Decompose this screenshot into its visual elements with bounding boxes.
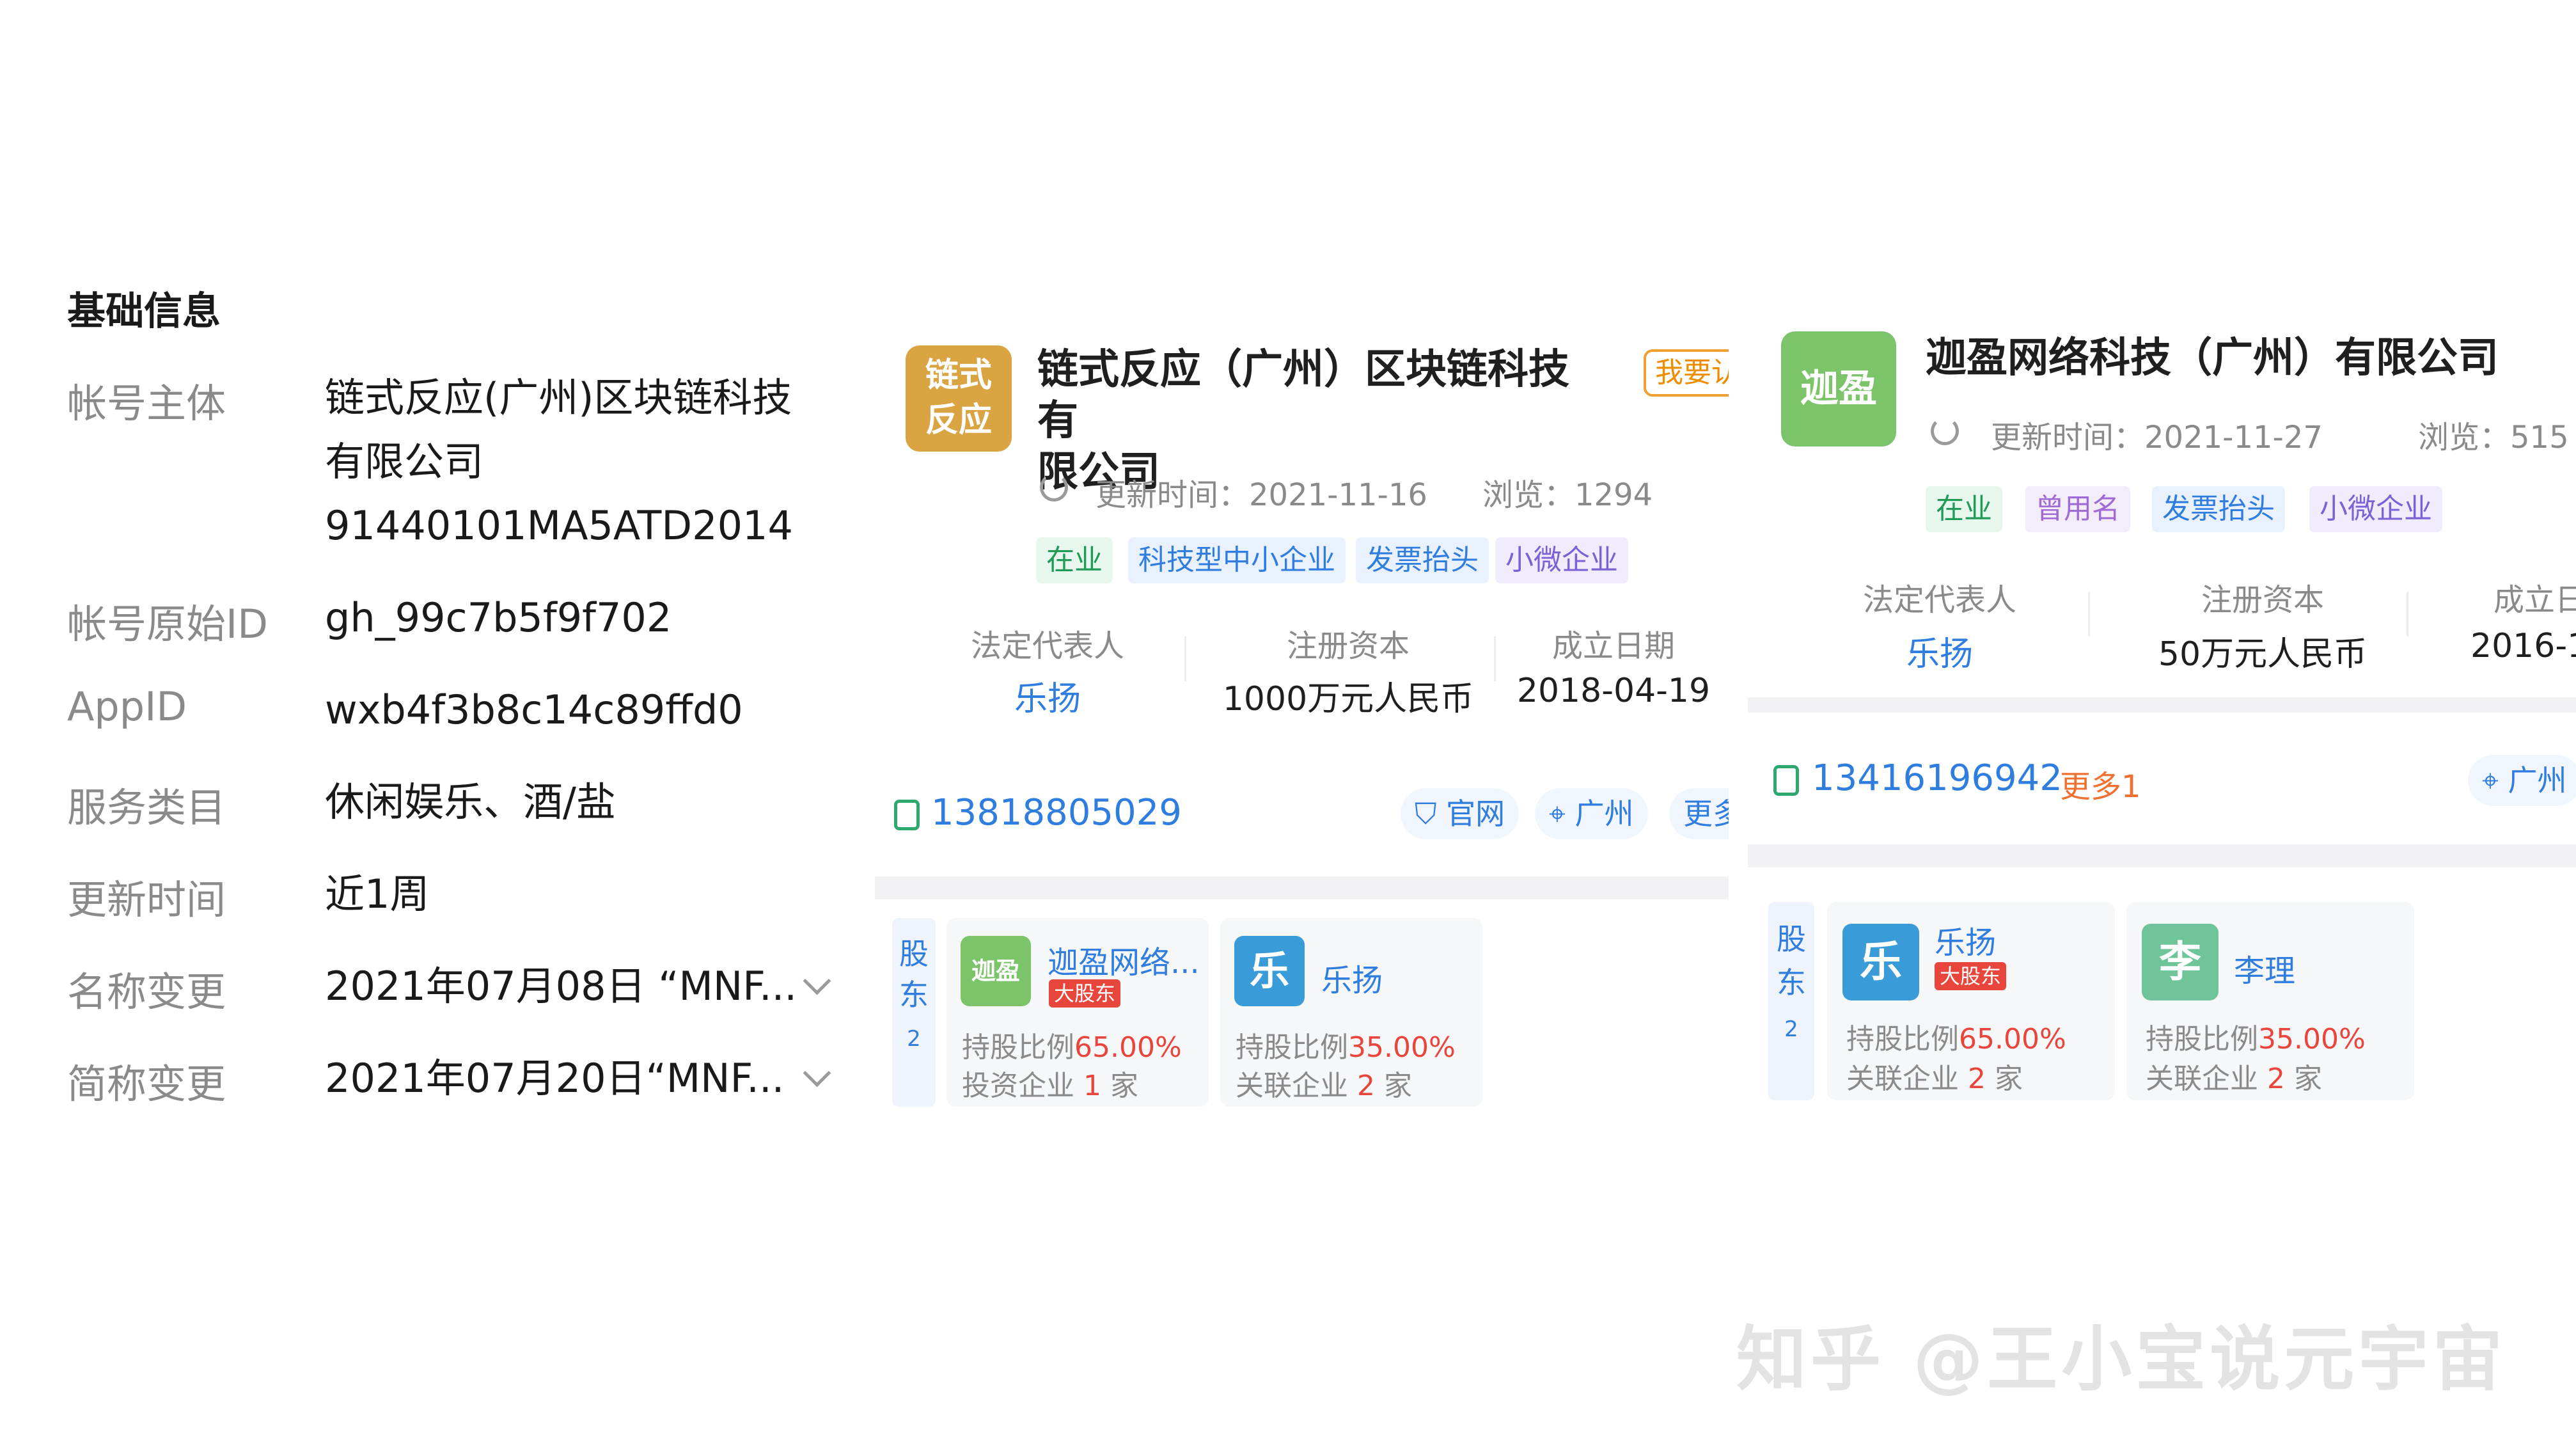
divider	[2407, 592, 2408, 637]
value-name-change[interactable]: 2021年07月08日 “MNF...	[325, 954, 797, 1018]
more-link[interactable]: 更多	[1669, 788, 1729, 839]
value-service-category: 休闲娱乐、酒/盐	[325, 779, 616, 825]
divider	[1184, 637, 1186, 681]
website-link[interactable]: ⛉ 官网	[1401, 788, 1520, 839]
shareholder-name[interactable]: 乐扬	[1935, 917, 1996, 962]
value-company-name-line1: 链式反应(广州)区块链科技	[325, 374, 792, 421]
update-time: 更新时间：2021-11-27	[1991, 420, 2323, 455]
tag-invoice: 发票抬头	[2152, 486, 2285, 532]
related-companies: 关联企业 2 家	[2146, 1063, 2322, 1095]
registered-capital: 50万元人民币	[2158, 635, 2368, 674]
legal-rep-link[interactable]: 乐扬	[1844, 627, 2036, 675]
label-account-subject: 帐号主体	[67, 380, 226, 427]
holding-ratio: 持股比例35.00%	[2146, 1023, 2366, 1056]
avatar: 乐	[1234, 936, 1305, 1006]
refresh-icon	[1931, 417, 1959, 445]
phone-icon	[1773, 765, 1799, 796]
value-original-id: gh_99c7b5f9f702	[325, 594, 672, 641]
related-companies: 关联企业 2 家	[1846, 1063, 2023, 1095]
shareholder-card[interactable]: 迦盈 迦盈网络... 大股东 持股比例65.00% 投资企业 1 家	[946, 918, 1209, 1107]
chevron-down-icon[interactable]	[803, 967, 831, 995]
tag-status: 在业	[1926, 486, 2002, 532]
view-count: 浏览：1294	[1482, 477, 1653, 513]
holding-ratio: 持股比例65.00%	[962, 1031, 1182, 1064]
label-registered-capital: 注册资本	[1286, 628, 1410, 664]
avatar: 乐	[1842, 924, 1919, 1000]
founded-date: 2018-04-19	[1516, 672, 1711, 710]
registered-capital: 1000万元人民币	[1222, 680, 1474, 718]
related-companies: 投资企业 1 家	[962, 1070, 1138, 1102]
founded-date: 2016-1	[2470, 627, 2576, 665]
tag-invoice: 发票抬头	[1356, 537, 1489, 583]
holding-ratio: 持股比例35.00%	[1236, 1031, 1456, 1064]
label-short-name-change: 简称变更	[67, 1061, 226, 1107]
section-divider	[1748, 697, 2576, 713]
watermark: 知乎 @王小宝说元宇宙	[1736, 1318, 2507, 1400]
value-update-time: 近1周	[325, 871, 430, 917]
claim-button[interactable]: 我要认	[1644, 349, 1729, 397]
tag-tech-sme: 科技型中小企业	[1128, 537, 1346, 583]
chevron-down-icon[interactable]	[803, 1059, 831, 1087]
shareholder-tab[interactable]: 股 东 2	[892, 918, 936, 1107]
avatar: 迦盈	[961, 936, 1031, 1006]
section-title: 基础信息	[67, 289, 221, 334]
shareholder-name[interactable]: 乐扬	[1321, 955, 1383, 1000]
label-registered-capital: 注册资本	[2201, 582, 2324, 618]
more-phones-link[interactable]: 更多1	[2060, 761, 2141, 806]
divider	[1494, 637, 1496, 681]
shareholder-card[interactable]: 乐 乐扬 持股比例35.00% 关联企业 2 家	[1220, 918, 1482, 1107]
major-shareholder-badge: 大股东	[1049, 979, 1121, 1008]
shareholder-name[interactable]: 迦盈网络...	[1048, 937, 1200, 982]
section-divider	[1748, 844, 2576, 867]
holding-ratio: 持股比例65.00%	[1846, 1023, 2066, 1056]
tag-micro-enterprise: 小微企业	[1495, 537, 1628, 583]
phone-number[interactable]: 13818805029	[931, 792, 1182, 834]
location-pin-icon: ⌖	[2482, 763, 2499, 798]
label-founded-date: 成立日期	[1551, 628, 1675, 664]
value-credit-code: 91440101MA5ATD2014	[325, 502, 793, 549]
label-legal-rep: 法定代表人	[1862, 582, 2016, 618]
location-pin-icon: ⌖	[1549, 796, 1566, 831]
tag-former-name: 曾用名	[2025, 486, 2130, 532]
value-appid: wxb4f3b8c14c89ffd0	[325, 686, 743, 733]
value-company-name-line2: 有限公司	[325, 438, 484, 485]
major-shareholder-badge: 大股东	[1935, 962, 2007, 990]
refresh-icon	[1040, 473, 1068, 502]
label-appid: AppID	[67, 683, 187, 730]
phone-number[interactable]: 13416196942	[1812, 757, 2062, 799]
tag-micro-enterprise: 小微企业	[2309, 486, 2442, 532]
company-card-2[interactable]: 迦盈 迦盈网络科技（广州）有限公司 更新时间：2021-11-27 浏览：515…	[1748, 307, 2576, 1126]
shareholder-name[interactable]: 李理	[2234, 945, 2295, 990]
legal-rep-link[interactable]: 乐扬	[958, 672, 1137, 720]
divider	[2088, 592, 2090, 637]
update-time: 更新时间：2021-11-16	[1096, 477, 1427, 513]
section-divider	[875, 876, 1729, 899]
label-name-change: 名称变更	[67, 969, 226, 1015]
shareholder-card[interactable]: 乐 乐扬 大股东 持股比例65.00% 关联企业 2 家	[1827, 902, 2115, 1100]
company-card-1[interactable]: 链式 反应 链式反应（广州）区块链科技有 限公司 我要认 更新时间：2021-1…	[875, 320, 1729, 1126]
value-short-name-change[interactable]: 2021年07月20日“MNF...	[325, 1047, 784, 1111]
company-logo: 链式 反应	[906, 345, 1012, 452]
location-link[interactable]: ⌖ 广州	[2468, 755, 2576, 806]
location-link[interactable]: ⌖ 广州	[1535, 788, 1648, 839]
label-service-category: 服务类目	[67, 784, 226, 831]
related-companies: 关联企业 2 家	[1236, 1070, 1412, 1102]
phone-icon	[894, 800, 920, 830]
shareholder-card[interactable]: 李 李理 持股比例35.00% 关联企业 2 家	[2126, 902, 2414, 1100]
label-original-id: 帐号原始ID	[67, 601, 269, 647]
shield-icon: ⛉	[1415, 796, 1437, 831]
label-legal-rep: 法定代表人	[970, 628, 1124, 664]
company-logo: 迦盈	[1781, 331, 1896, 447]
view-count: 浏览：515	[2418, 420, 2569, 455]
label-founded-date: 成立日	[2494, 582, 2576, 618]
avatar: 李	[2142, 924, 2219, 1000]
label-update-time: 更新时间	[67, 876, 226, 923]
company-name[interactable]: 迦盈网络科技（广州）有限公司	[1926, 333, 2576, 384]
tag-status: 在业	[1036, 537, 1113, 583]
shareholder-tab[interactable]: 股 东 2	[1768, 902, 1814, 1100]
